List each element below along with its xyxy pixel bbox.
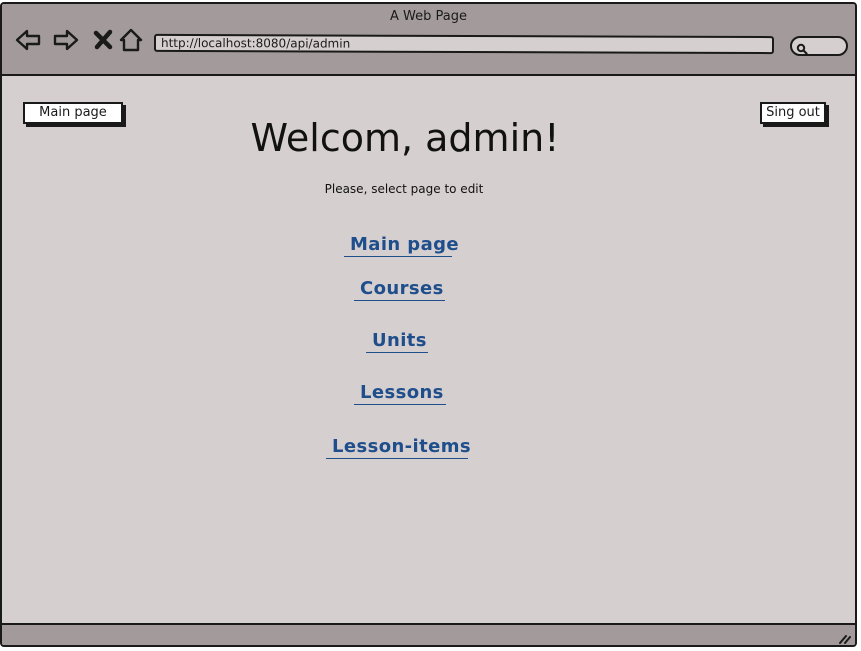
browser-window: A Web Page http://localhost:8080/api/adm… bbox=[0, 2, 857, 647]
forward-arrow-icon[interactable] bbox=[52, 26, 80, 54]
resize-grip-icon[interactable] bbox=[837, 629, 851, 644]
link-courses[interactable]: Courses bbox=[354, 278, 445, 301]
page-content: Main page Sing out Welcom, admin! Please… bbox=[2, 76, 855, 626]
browser-toolbar: A Web Page http://localhost:8080/api/adm… bbox=[2, 4, 855, 76]
search-box[interactable] bbox=[790, 36, 848, 56]
page-subtitle: Please, select page to edit bbox=[324, 182, 484, 196]
home-icon[interactable] bbox=[117, 26, 145, 54]
close-icon[interactable] bbox=[90, 26, 118, 54]
page-title: Welcom, admin! bbox=[250, 116, 560, 160]
status-bar bbox=[2, 623, 855, 645]
back-arrow-icon[interactable] bbox=[14, 26, 42, 54]
window-title: A Web Page bbox=[390, 9, 467, 24]
link-main-page[interactable]: Main page bbox=[344, 234, 459, 257]
link-lessons[interactable]: Lessons bbox=[354, 382, 446, 405]
link-units[interactable]: Units bbox=[366, 330, 428, 353]
link-lesson-items[interactable]: Lesson-items bbox=[326, 436, 471, 459]
address-bar[interactable]: http://localhost:8080/api/admin bbox=[153, 33, 775, 55]
search-icon bbox=[796, 40, 808, 55]
